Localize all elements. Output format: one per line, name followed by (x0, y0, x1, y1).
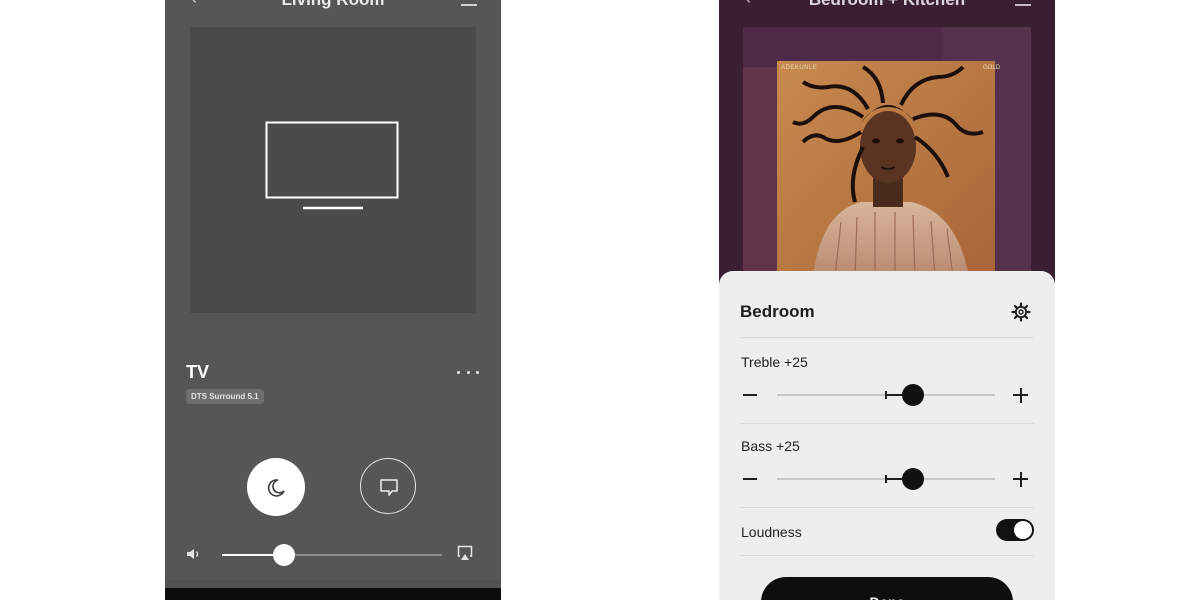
treble-center-tick (885, 391, 887, 399)
source-artwork (190, 27, 476, 313)
speech-enhancement-button[interactable] (360, 458, 416, 514)
sheet-title: Bedroom (740, 302, 815, 321)
loudness-toggle-knob (1014, 521, 1032, 539)
speaker-icon (187, 549, 199, 559)
treble-label: Treble +25 (741, 354, 808, 370)
queue-icon[interactable] (461, 0, 477, 6)
divider (740, 337, 1034, 338)
done-button[interactable]: Done (761, 577, 1013, 600)
audio-format-badge: DTS Surround 5.1 (186, 389, 264, 404)
airplay-icon[interactable] (457, 545, 473, 563)
bass-slider[interactable] (777, 468, 995, 490)
bass-center-tick (885, 475, 887, 483)
bedroom-kitchen-screen: ‹ Bedroom + Kitchen (719, 0, 1055, 600)
treble-increase-button[interactable] (1013, 388, 1028, 403)
bass-label: Bass +25 (741, 438, 800, 454)
album-artwork: ADEKUNLE GOLD (743, 27, 1031, 277)
loudness-toggle[interactable] (996, 519, 1034, 541)
more-icon[interactable] (457, 364, 479, 380)
home-indicator-strip (165, 588, 501, 600)
room-title: Living Room (165, 0, 501, 10)
divider (740, 423, 1034, 424)
source-title: TV (186, 362, 210, 382)
divider (740, 507, 1034, 508)
bass-increase-button[interactable] (1013, 472, 1028, 487)
album-text-right: GOLD (983, 65, 1001, 71)
album-text-left: ADEKUNLE (781, 65, 818, 71)
panel-edge (165, 580, 501, 588)
queue-icon[interactable] (1015, 0, 1031, 6)
bass-thumb[interactable] (902, 468, 925, 490)
treble-thumb[interactable] (902, 384, 925, 406)
tv-icon (265, 121, 399, 210)
bass-decrease-button[interactable] (743, 478, 757, 480)
moon-icon (267, 479, 285, 497)
volume-slider[interactable] (222, 544, 442, 566)
treble-slider[interactable] (777, 384, 995, 406)
divider (740, 555, 1034, 556)
volume-thumb[interactable] (272, 544, 295, 566)
speech-bubble-icon (380, 479, 398, 496)
sleep-button[interactable] (247, 458, 305, 516)
gear-icon[interactable] (1011, 302, 1031, 322)
loudness-label: Loudness (741, 524, 802, 540)
living-room-screen: ‹ Living Room TV DTS Surround 5.1 (165, 0, 501, 600)
room-title: Bedroom + Kitchen (719, 0, 1055, 10)
treble-decrease-button[interactable] (743, 394, 757, 396)
room-settings-sheet: Bedroom Treble +25 Bass +25 Loudness (719, 271, 1055, 600)
